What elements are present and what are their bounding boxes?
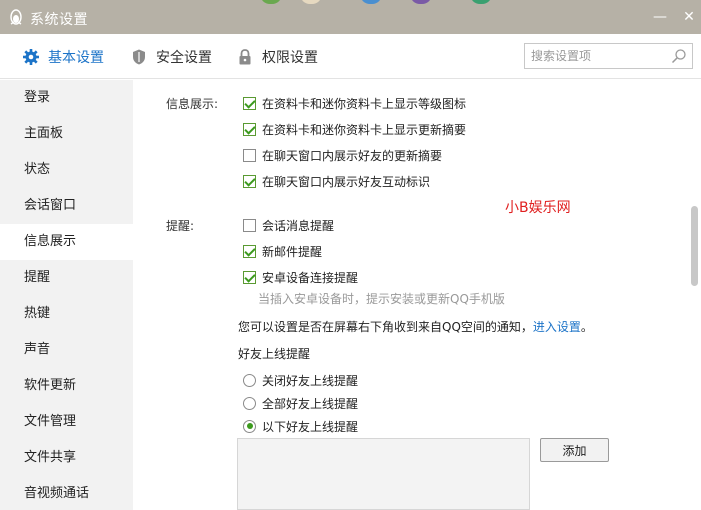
settings-content: 信息展示: 在资料卡和迷你资料卡上显示等级图标 在资料卡和迷你资料卡上显示更新摘… bbox=[133, 80, 688, 510]
search-box bbox=[524, 43, 693, 69]
sidebar-item-main-panel[interactable]: 主面板 bbox=[0, 116, 133, 152]
sidebar-item-status[interactable]: 状态 bbox=[0, 152, 133, 188]
radio-label: 以下好友上线提醒 bbox=[262, 419, 359, 434]
sidebar-item-file-sharing[interactable]: 文件共享 bbox=[0, 440, 133, 476]
settings-tab-bar: 基本设置 安全设置 权限设置 bbox=[0, 34, 701, 79]
checkbox-new-mail-reminder[interactable]: 新邮件提醒 bbox=[243, 242, 322, 260]
checkbox[interactable] bbox=[243, 244, 256, 258]
radio-label: 全部好友上线提醒 bbox=[262, 396, 359, 411]
sidebar-item-file-management[interactable]: 文件管理 bbox=[0, 404, 133, 440]
android-hint-text: 当插入安卓设备时，提示安装或更新QQ手机版 bbox=[258, 292, 505, 306]
qzone-notice: 您可以设置是否在屏幕右下角收到来自QQ空间的通知，进入设置。 bbox=[238, 318, 593, 335]
tab-label: 安全设置 bbox=[156, 49, 212, 66]
tab-basic-settings[interactable]: 基本设置 bbox=[22, 34, 104, 79]
add-friend-button[interactable]: 添加 bbox=[540, 438, 609, 462]
checkbox[interactable] bbox=[243, 148, 256, 162]
minimize-button[interactable]: — bbox=[651, 8, 669, 26]
penguin-icon bbox=[10, 9, 22, 25]
checkbox-android-connect-reminder[interactable]: 安卓设备连接提醒 bbox=[243, 268, 358, 286]
tab-label: 基本设置 bbox=[48, 49, 104, 66]
qzone-settings-link[interactable]: 进入设置 bbox=[533, 320, 581, 334]
checkbox-chat-friend-summary[interactable]: 在聊天窗口内展示好友的更新摘要 bbox=[243, 146, 442, 164]
close-button[interactable]: ✕ bbox=[680, 8, 698, 26]
friend-online-title: 好友上线提醒 bbox=[238, 347, 311, 361]
checkbox[interactable] bbox=[243, 218, 256, 232]
section-label-info-display: 信息展示: bbox=[166, 97, 219, 111]
gear-icon bbox=[23, 48, 39, 65]
checkbox-label: 在聊天窗口内展示好友互动标识 bbox=[262, 174, 431, 189]
sidebar-item-hotkeys[interactable]: 热键 bbox=[0, 296, 133, 332]
checkbox-label: 安卓设备连接提醒 bbox=[262, 270, 359, 285]
title-bar: 系统设置 — ✕ bbox=[0, 0, 701, 34]
sidebar-item-software-update[interactable]: 软件更新 bbox=[0, 368, 133, 404]
checkbox-chat-interaction-mark[interactable]: 在聊天窗口内展示好友互动标识 bbox=[243, 172, 430, 190]
radio-label: 关闭好友上线提醒 bbox=[262, 373, 359, 388]
watermark-text: 小B娱乐网 bbox=[505, 200, 571, 216]
content-scrollbar[interactable] bbox=[688, 80, 701, 510]
checkbox-label: 在聊天窗口内展示好友的更新摘要 bbox=[262, 148, 443, 163]
sidebar-item-sound[interactable]: 声音 bbox=[0, 332, 133, 368]
sidebar-item-reminders[interactable]: 提醒 bbox=[0, 260, 133, 296]
checkbox[interactable] bbox=[243, 270, 256, 284]
tab-security-settings[interactable]: 安全设置 bbox=[130, 34, 212, 79]
settings-sidebar: 登录 主面板 状态 会话窗口 信息展示 提醒 热键 声音 软件更新 文件管理 文… bbox=[0, 80, 133, 510]
tab-permission-settings[interactable]: 权限设置 bbox=[236, 34, 318, 79]
radio-button[interactable] bbox=[243, 373, 256, 387]
sidebar-item-login[interactable]: 登录 bbox=[0, 80, 133, 116]
search-input[interactable] bbox=[531, 45, 671, 67]
radio-button[interactable] bbox=[243, 419, 256, 433]
radio-selected-friend-online[interactable]: 以下好友上线提醒 bbox=[243, 417, 358, 435]
tab-label: 权限设置 bbox=[262, 49, 318, 66]
sidebar-item-av-call[interactable]: 音视频通话 bbox=[0, 476, 133, 510]
checkbox-show-update-summary[interactable]: 在资料卡和迷你资料卡上显示更新摘要 bbox=[243, 120, 466, 138]
radio-all-friend-online[interactable]: 全部好友上线提醒 bbox=[243, 394, 358, 412]
checkbox-show-level-icon[interactable]: 在资料卡和迷你资料卡上显示等级图标 bbox=[243, 94, 466, 112]
qzone-notice-end: 。 bbox=[580, 320, 593, 334]
radio-off-friend-online[interactable]: 关闭好友上线提醒 bbox=[243, 371, 358, 389]
friend-online-list[interactable] bbox=[237, 438, 530, 510]
section-label-reminders: 提醒: bbox=[166, 219, 195, 233]
checkbox[interactable] bbox=[243, 122, 256, 136]
scrollbar-thumb[interactable] bbox=[691, 206, 698, 286]
title-bar-decoration bbox=[250, 0, 530, 6]
qzone-notice-text: 您可以设置是否在屏幕右下角收到来自QQ空间的通知， bbox=[238, 320, 533, 334]
radio-button[interactable] bbox=[243, 396, 256, 410]
checkbox[interactable] bbox=[243, 174, 256, 188]
checkbox-label: 在资料卡和迷你资料卡上显示更新摘要 bbox=[262, 122, 467, 137]
checkbox[interactable] bbox=[243, 96, 256, 110]
checkbox-label: 会话消息提醒 bbox=[262, 218, 335, 233]
window-title: 系统设置 bbox=[30, 12, 88, 28]
checkbox-chat-message-reminder[interactable]: 会话消息提醒 bbox=[243, 216, 334, 234]
checkbox-label: 在资料卡和迷你资料卡上显示等级图标 bbox=[262, 96, 467, 111]
sidebar-item-chat-window[interactable]: 会话窗口 bbox=[0, 188, 133, 224]
lock-icon bbox=[239, 48, 251, 64]
sidebar-item-info-display[interactable]: 信息展示 bbox=[0, 224, 133, 260]
search-icon[interactable] bbox=[671, 48, 687, 64]
checkbox-label: 新邮件提醒 bbox=[262, 244, 323, 259]
shield-icon bbox=[133, 49, 145, 64]
